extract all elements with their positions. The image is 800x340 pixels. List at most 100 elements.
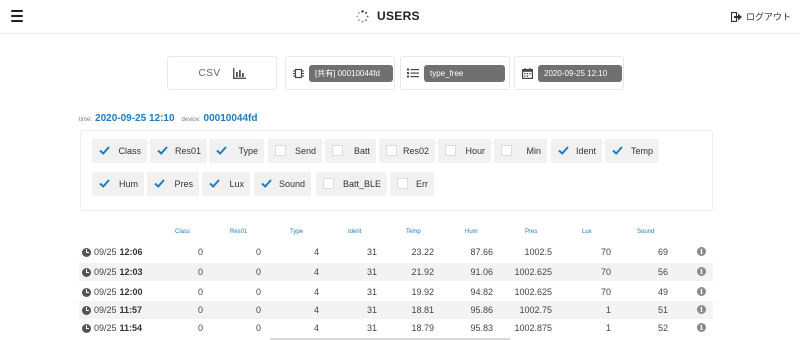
cell-pres: 1002.75 <box>519 305 552 315</box>
device-select[interactable]: [共有] 00010044fd <box>309 64 393 82</box>
filter-temp[interactable]: Temp <box>605 139 659 163</box>
logout-button[interactable]: ログアウト <box>730 10 791 23</box>
info-icon[interactable]: i <box>697 305 706 314</box>
date-selector: 2020-09-25 12:10 <box>514 56 624 90</box>
cell-sound: 51 <box>657 305 668 315</box>
table-row[interactable]: 09/25 12:00 0 0 4 31 19.92 94.82 1002.625 70 49 i <box>79 283 713 301</box>
info-icon[interactable]: i <box>697 287 706 296</box>
row-date: 09/25 <box>94 323 117 333</box>
filter-sound[interactable]: Sound <box>254 172 311 196</box>
cell-hum: 95.86 <box>470 305 493 315</box>
row-timestamp: 09/25 11:54 <box>82 323 142 333</box>
filter-class[interactable]: Class <box>92 139 147 163</box>
device-selector: [共有] 00010044fd <box>285 56 395 90</box>
cell-class: 0 <box>197 323 203 333</box>
column-header-ident[interactable]: Ident <box>348 229 361 235</box>
filter-label: Sound <box>278 179 305 189</box>
filter-lux[interactable]: Lux <box>202 172 250 196</box>
filter-label: Min <box>526 146 541 156</box>
filter-type[interactable]: Type <box>209 139 264 163</box>
cell-lux: 70 <box>600 247 611 257</box>
type-select[interactable]: type_free <box>424 64 505 82</box>
table-row[interactable]: 09/25 11:54 0 0 4 31 18.79 95.83 1002.875 1 52 i <box>79 319 713 337</box>
filter-send[interactable]: Send <box>268 139 322 163</box>
check-icon[interactable] <box>612 145 623 156</box>
csv-download-button[interactable]: CSV <box>167 56 277 90</box>
checkbox-empty[interactable] <box>332 145 343 156</box>
filter-label: Hum <box>118 179 138 189</box>
table-row[interactable]: 09/25 11:57 0 0 4 31 18.81 95.86 1002.75 1 51 i <box>79 301 713 319</box>
cell-hum: 94.82 <box>470 287 493 297</box>
column-filter-panel: Class Res01 Type Send Batt Res02 Hour Min Ident T… <box>80 130 713 211</box>
filter-res02[interactable]: Res02 <box>379 139 435 163</box>
cell-type: 4 <box>313 287 319 297</box>
row-time: 12:03 <box>119 267 143 277</box>
table-row[interactable]: 09/25 12:03 0 0 4 31 21.92 91.06 1002.625 70 56 i <box>79 263 713 281</box>
cell-ident: 31 <box>366 287 377 297</box>
checkbox-empty[interactable] <box>323 178 334 189</box>
table-row[interactable]: 09/25 12:06 0 0 4 31 23.22 87.66 1002.5 70 69 i <box>79 243 713 261</box>
column-header-pres[interactable]: Pres <box>525 229 537 235</box>
check-icon[interactable] <box>157 145 168 156</box>
column-header-hum[interactable]: Hum <box>465 229 478 235</box>
check-icon[interactable] <box>99 145 110 156</box>
column-header-sound[interactable]: Sound <box>637 229 654 235</box>
page-title: USERS <box>377 9 420 23</box>
filter-res01[interactable]: Res01 <box>150 139 207 163</box>
cell-class: 0 <box>197 267 203 277</box>
checkbox-empty[interactable] <box>445 145 456 156</box>
row-date: 09/25 <box>94 287 117 297</box>
checkbox-empty[interactable] <box>397 178 408 189</box>
checkbox-empty[interactable] <box>501 145 512 156</box>
time-value: 2020-09-25 12:10 <box>95 113 175 124</box>
cell-temp: 18.79 <box>411 323 434 333</box>
bar-chart-icon <box>232 67 246 79</box>
filter-err[interactable]: Err <box>390 172 434 196</box>
type-selector: type_free <box>400 56 510 90</box>
cell-sound: 52 <box>657 323 668 333</box>
column-header-class[interactable]: Class <box>175 229 190 235</box>
row-time: 12:00 <box>119 287 143 297</box>
check-icon[interactable] <box>209 178 220 189</box>
filter-label: Send <box>294 146 316 156</box>
current-info: time: 2020-09-25 12:10 device: 00010044f… <box>79 113 264 124</box>
row-date: 09/25 <box>94 267 117 277</box>
filter-batt[interactable]: Batt <box>325 139 376 163</box>
csv-label: CSV <box>198 67 221 79</box>
check-icon[interactable] <box>99 178 110 189</box>
check-icon[interactable] <box>154 178 165 189</box>
date-select[interactable]: 2020-09-25 12:10 <box>538 64 622 82</box>
filter-hour[interactable]: Hour <box>438 139 491 163</box>
cell-ident: 31 <box>366 267 377 277</box>
check-icon[interactable] <box>216 145 227 156</box>
checkbox-empty[interactable] <box>386 145 397 156</box>
column-header-type[interactable]: Type <box>290 229 303 235</box>
filter-pres[interactable]: Pres <box>147 172 199 196</box>
cell-ident: 31 <box>366 247 377 257</box>
filter-min[interactable]: Min <box>494 139 547 163</box>
check-icon[interactable] <box>261 178 272 189</box>
clock-icon <box>82 267 91 277</box>
cell-ident: 31 <box>366 305 377 315</box>
info-icon[interactable]: i <box>697 323 706 332</box>
cell-lux: 70 <box>600 287 611 297</box>
app-header: USERS ログアウト <box>0 0 800 34</box>
check-icon[interactable] <box>558 145 569 156</box>
column-header-temp[interactable]: Temp <box>406 229 421 235</box>
logout-label: ログアウト <box>745 12 791 22</box>
info-icon[interactable]: i <box>697 247 706 256</box>
info-icon[interactable]: i <box>697 267 706 276</box>
cell-sound: 69 <box>657 247 668 257</box>
clock-icon <box>82 287 91 297</box>
row-timestamp: 09/25 12:03 <box>82 267 143 277</box>
column-header-res01[interactable]: Res01 <box>230 229 247 235</box>
filter-ident[interactable]: Ident <box>551 139 602 163</box>
hamburger-icon[interactable] <box>11 10 23 22</box>
cell-pres: 1002.5 <box>524 247 552 257</box>
checkbox-empty[interactable] <box>275 145 286 156</box>
filter-batt-ble[interactable]: Batt_BLE <box>316 172 387 196</box>
cell-sound: 49 <box>657 287 668 297</box>
filter-hum[interactable]: Hum <box>92 172 144 196</box>
filter-label: Res01 <box>174 146 201 156</box>
column-header-lux[interactable]: Lux <box>582 229 592 235</box>
